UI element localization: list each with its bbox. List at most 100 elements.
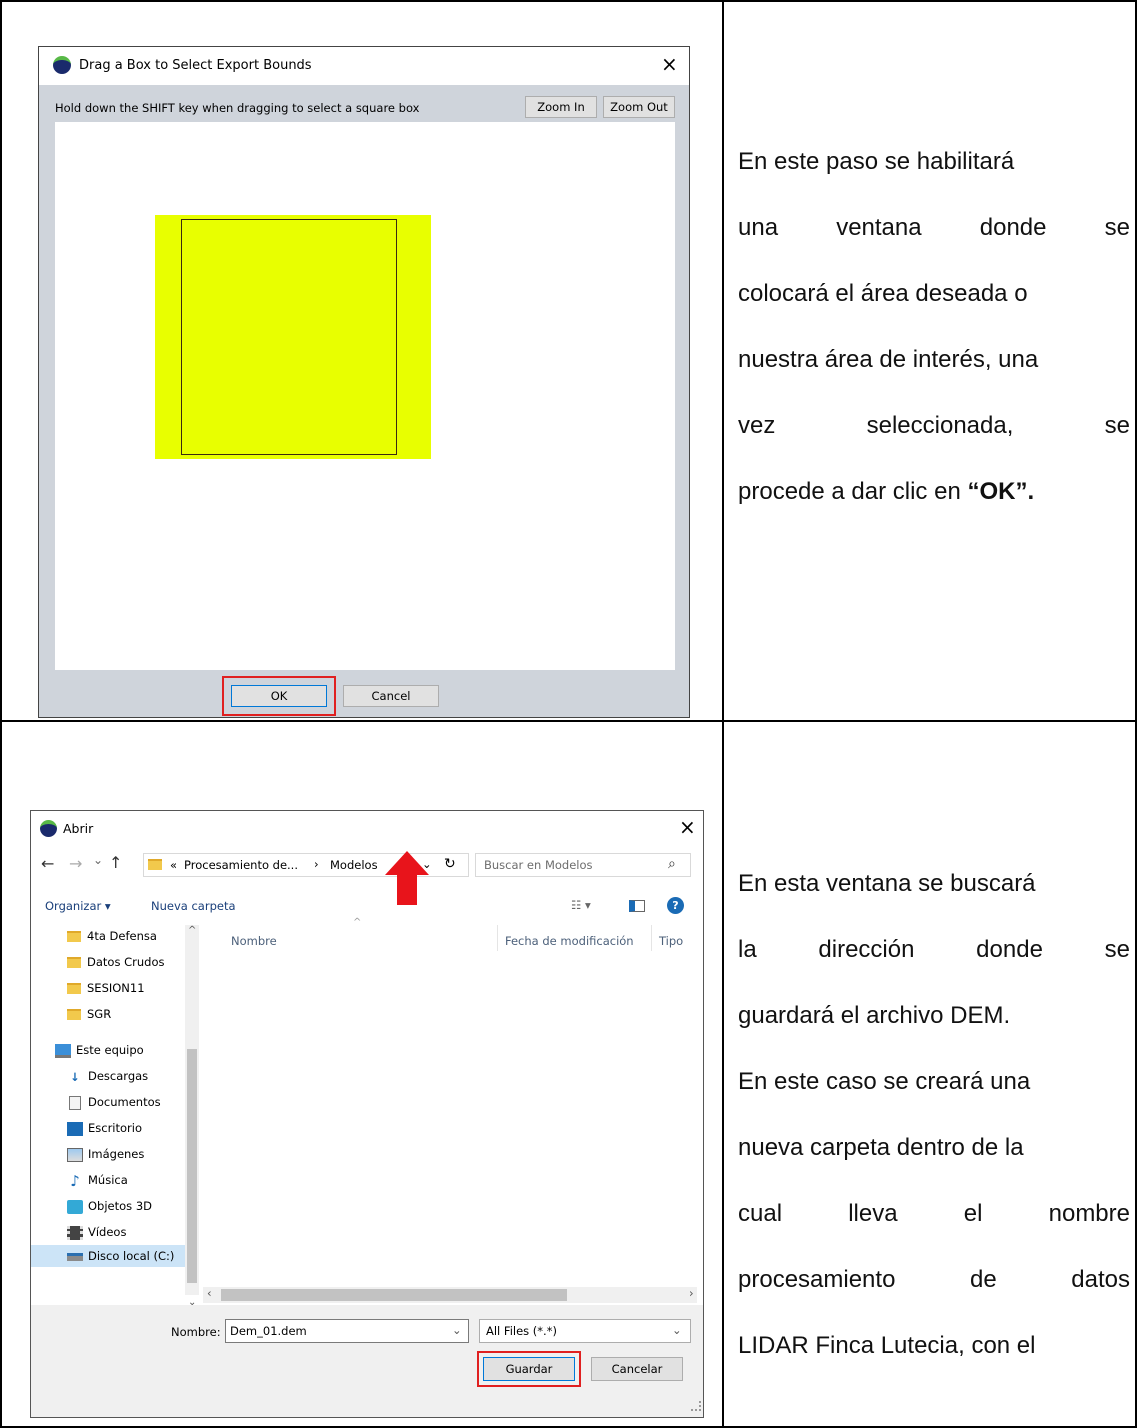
- nav-item-label: Vídeos: [88, 1225, 127, 1239]
- zoom-out-button[interactable]: Zoom Out: [603, 96, 675, 118]
- ok-button-highlight: [222, 676, 336, 716]
- search-placeholder: Buscar en Modelos: [484, 858, 593, 872]
- nav-item-label: Documentos: [88, 1095, 161, 1109]
- zoom-in-button[interactable]: Zoom In: [525, 96, 597, 118]
- chevron-down-icon[interactable]: ⌄: [452, 1323, 462, 1337]
- folder-icon: [67, 983, 81, 994]
- breadcrumb-models[interactable]: Modelos: [330, 858, 378, 872]
- nav-item-descargas[interactable]: ↓ Descargas: [67, 1065, 148, 1087]
- save-button-highlight: [477, 1351, 581, 1387]
- nav-item-label: SESION11: [87, 981, 145, 995]
- desc2-line-1: En esta ventana se buscará: [738, 870, 1036, 897]
- nav-item-escritorio[interactable]: Escritorio: [67, 1117, 142, 1139]
- dialog-titlebar: Drag a Box to Select Export Bounds ×: [39, 47, 689, 85]
- app-logo-icon: [53, 56, 71, 74]
- refresh-icon[interactable]: ↻: [444, 856, 456, 872]
- map-canvas[interactable]: [55, 122, 675, 670]
- chevron-down-icon[interactable]: ⌄: [672, 1323, 682, 1337]
- nav-scrollbar-thumb[interactable]: [187, 1049, 197, 1283]
- scroll-right-icon[interactable]: ›: [689, 1286, 694, 1300]
- cancel-button[interactable]: Cancel: [343, 685, 439, 707]
- filename-label: Nombre:: [171, 1325, 221, 1339]
- computer-icon: [55, 1043, 71, 1058]
- horizontal-scrollbar-thumb[interactable]: [221, 1289, 567, 1301]
- desc1-line-6: procede a dar clic en “OK”.: [738, 477, 1130, 507]
- back-arrow-icon[interactable]: ←: [41, 854, 54, 873]
- desc1-line-2: una ventana donde se: [738, 214, 1130, 241]
- save-file-dialog: Abrir × ← → ⌄ ↑ « Procesamiento de... › …: [30, 810, 704, 1418]
- resize-grip-icon[interactable]: [691, 1401, 701, 1411]
- breadcrumb-processing[interactable]: Procesamiento de...: [184, 858, 298, 872]
- nav-item-label: Descargas: [88, 1069, 149, 1083]
- nav-item-objetos-3d[interactable]: Objetos 3D: [67, 1195, 152, 1217]
- recent-locations-icon[interactable]: ⌄: [93, 853, 103, 867]
- desktop-icon: [67, 1121, 83, 1136]
- nav-item-sesion11[interactable]: SESION11: [67, 977, 145, 999]
- document-icon: [69, 1095, 81, 1110]
- column-divider: [651, 925, 652, 951]
- filename-value: Dem_01.dem: [230, 1324, 307, 1338]
- dialog-title: Abrir: [63, 821, 94, 836]
- search-icon: ⌕: [668, 856, 676, 872]
- view-options-icon[interactable]: ☷ ▾: [571, 898, 591, 912]
- table-border-left: [0, 0, 2, 1428]
- file-type-value: All Files (*.*): [486, 1324, 557, 1338]
- nav-item-label: Datos Crudos: [87, 955, 165, 969]
- column-header-name[interactable]: Nombre: [231, 934, 277, 948]
- nav-item-videos[interactable]: Vídeos: [67, 1221, 126, 1243]
- desc2-line-5: nueva carpeta dentro de la: [738, 1134, 1024, 1161]
- organize-menu[interactable]: Organizar ▾: [45, 899, 111, 913]
- preview-pane-icon[interactable]: [629, 900, 645, 912]
- table-row-divider: [0, 720, 1137, 722]
- table-column-divider: [722, 0, 724, 1428]
- nav-item-label: Escritorio: [88, 1121, 143, 1135]
- export-bounds-dialog: Drag a Box to Select Export Bounds × Hol…: [38, 46, 690, 718]
- nav-item-este-equipo[interactable]: Este equipo: [55, 1039, 144, 1061]
- table-border-top: [0, 0, 1137, 2]
- pictures-icon: [67, 1147, 83, 1162]
- cancel-button[interactable]: Cancelar: [591, 1357, 683, 1381]
- cube-icon: [67, 1199, 83, 1214]
- file-list-area[interactable]: [207, 953, 697, 1283]
- help-icon[interactable]: ?: [667, 897, 684, 914]
- file-type-select[interactable]: All Files (*.*) ⌄: [479, 1319, 691, 1343]
- nav-item-label: Este equipo: [76, 1043, 144, 1057]
- nav-item-musica[interactable]: ♪ Música: [67, 1169, 128, 1191]
- close-icon[interactable]: ×: [661, 52, 678, 76]
- nav-item-disco-local[interactable]: Disco local (C:): [31, 1245, 191, 1267]
- desc2-line-2: la dirección donde se: [738, 936, 1130, 963]
- forward-arrow-icon[interactable]: →: [69, 854, 82, 873]
- nav-item-documentos[interactable]: Documentos: [67, 1091, 161, 1113]
- desc2-line-4: En este caso se creará una: [738, 1068, 1031, 1095]
- column-header-date[interactable]: Fecha de modificación: [505, 934, 634, 948]
- filename-input[interactable]: Dem_01.dem ⌄: [225, 1319, 469, 1343]
- nav-item-datos-crudos[interactable]: Datos Crudos: [67, 951, 164, 973]
- video-icon: [67, 1225, 83, 1240]
- folder-icon: [67, 957, 81, 968]
- up-arrow-icon[interactable]: ↑: [109, 853, 122, 872]
- nav-item-imagenes[interactable]: Imágenes: [67, 1143, 144, 1165]
- breadcrumb-prefix: «: [170, 858, 178, 872]
- app-logo-icon: [40, 820, 57, 837]
- column-header-type[interactable]: Tipo: [659, 934, 683, 948]
- download-icon: ↓: [70, 1069, 80, 1084]
- folder-icon: [67, 931, 81, 942]
- column-divider: [497, 925, 498, 951]
- desc2-line-7: procesamiento de datos: [738, 1266, 1130, 1293]
- red-arrow-shaft: [397, 875, 417, 905]
- new-folder-button[interactable]: Nueva carpeta: [151, 899, 236, 913]
- desc1-line-5: vez seleccionada, se: [738, 412, 1130, 439]
- nav-scroll-up-icon[interactable]: ^: [188, 925, 196, 936]
- search-input[interactable]: Buscar en Modelos ⌕: [475, 853, 691, 877]
- desc1-line-3: colocará el área deseada o: [738, 280, 1028, 307]
- nav-item-label: SGR: [87, 1007, 112, 1021]
- desc2-line-3: guardará el archivo DEM.: [738, 1002, 1011, 1029]
- sort-caret-icon: ^: [353, 917, 362, 928]
- scroll-left-icon[interactable]: ‹: [207, 1286, 212, 1300]
- nav-item-sgr[interactable]: SGR: [67, 1003, 111, 1025]
- nav-item-4ta-defensa[interactable]: 4ta Defensa: [67, 925, 157, 947]
- nav-item-label: Objetos 3D: [88, 1199, 152, 1213]
- selection-box[interactable]: [181, 219, 397, 455]
- nav-item-label: 4ta Defensa: [87, 929, 157, 943]
- close-icon[interactable]: ×: [679, 815, 696, 839]
